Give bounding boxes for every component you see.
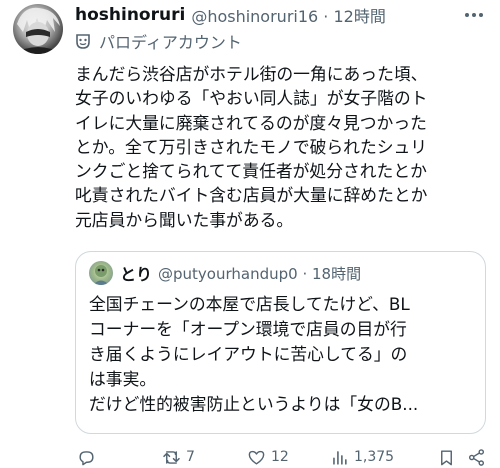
post-line: イレに大量に廃棄されてるのが度々見つかった — [75, 112, 427, 133]
parody-mask-icon — [76, 34, 90, 49]
quoted-author-name: とり — [120, 265, 153, 284]
post-header: hoshinoruri @hoshinoruri16 · 12時間 — [75, 3, 484, 27]
like-count: 12 — [271, 449, 289, 465]
parody-account-label[interactable]: パロディアカウント — [75, 30, 242, 52]
post-line: 叱責されたバイト含む店員が大量に辞めたとか — [75, 185, 428, 206]
post-body: まんだら渋谷店がホテル街の一角にあった頃、 女子のいわゆる「やおい同人誌」が女子… — [75, 62, 490, 232]
post-line: 元店員から聞いた事がある。 — [75, 209, 294, 230]
like-button[interactable]: 12 — [247, 446, 289, 468]
quoted-author-avatar — [89, 261, 113, 285]
reply-button[interactable] — [77, 446, 101, 468]
quoted-line: は事実。 — [89, 369, 157, 389]
views-chart-icon — [333, 450, 347, 465]
quoted-line: 全国チェーンの本屋で店長してたけど、BL — [89, 294, 410, 314]
quoted-line: だけど性的被害防止というよりは「女のB... — [89, 394, 419, 414]
post-line: 女子のいわゆる「やおい同人誌」が女子階のト — [75, 88, 428, 109]
post-line: ンクごと捨てられてて責任者が処分されたとか — [75, 161, 427, 182]
quoted-author-handle-and-time: @putyourhandup0 · 18時間 — [158, 264, 362, 283]
author-handle-and-time[interactable]: @hoshinoruri16 · 12時間 — [191, 3, 386, 27]
quoted-post-header: とり @putyourhandup0 · 18時間 — [89, 261, 361, 285]
bookmark-icon — [441, 449, 452, 465]
post-line: まんだら渋谷店がホテル街の一角にあった頃、 — [75, 64, 428, 84]
quoted-line: き届くようにレイアウトに苦心してる」の — [89, 344, 408, 364]
share-icon — [468, 448, 485, 466]
quoted-line: コーナーを「オープン環境で店員の目が行 — [89, 319, 407, 339]
views-button[interactable]: 1,375 — [330, 446, 394, 468]
parody-label-text: パロディアカウント — [99, 33, 242, 52]
reply-icon — [79, 450, 94, 465]
post-line: とか。全て万引きされたモノで破られたシュリ — [75, 136, 428, 157]
heart-icon — [248, 450, 265, 465]
retweet-button[interactable]: 7 — [162, 446, 195, 468]
views-count: 1,375 — [354, 449, 395, 465]
retweet-count: 7 — [186, 449, 195, 465]
quoted-post[interactable]: とり @putyourhandup0 · 18時間 全国チェーンの本屋で店長して… — [75, 251, 486, 434]
share-button[interactable] — [467, 446, 486, 468]
post-actions: 7 12 1,375 — [75, 446, 486, 468]
quoted-post-body: 全国チェーンの本屋で店長してたけど、BL コーナーを「オープン環境で店員の目が行… — [89, 292, 479, 417]
bookmark-button[interactable] — [437, 446, 456, 468]
retweet-icon — [163, 450, 180, 464]
more-dots-icon[interactable] — [462, 5, 486, 25]
author-avatar[interactable] — [13, 4, 63, 54]
author-display-name[interactable]: hoshinoruri — [75, 5, 185, 25]
